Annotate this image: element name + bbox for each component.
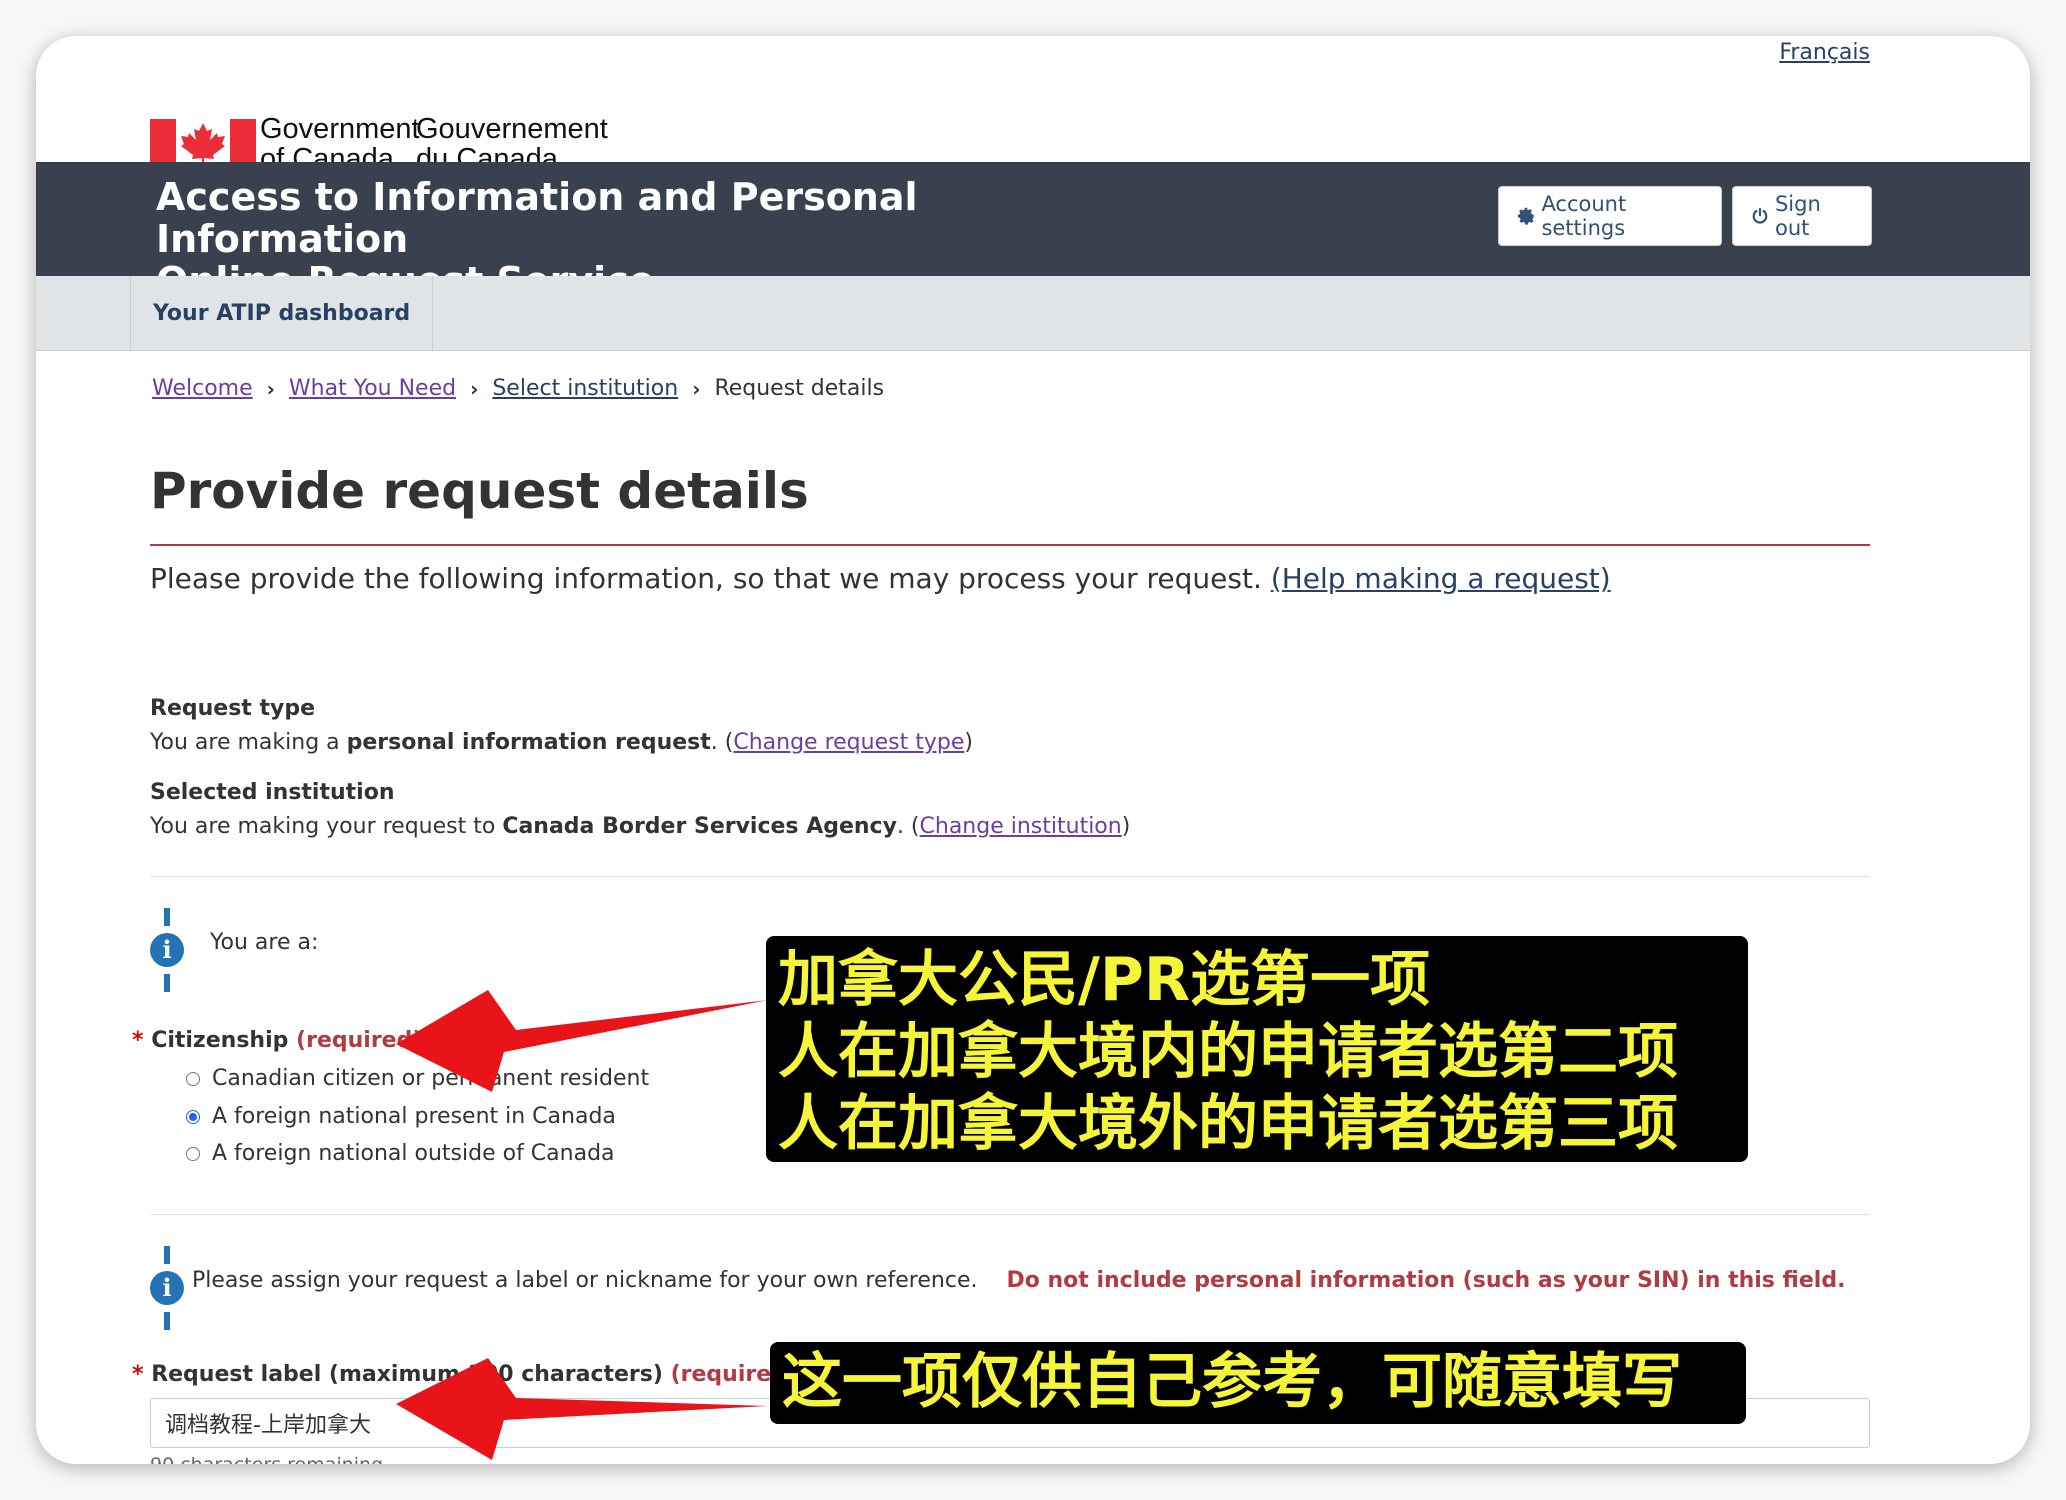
request-type-value: personal information request (346, 730, 711, 755)
radio-button[interactable] (186, 1146, 200, 1161)
section-divider (150, 1214, 1870, 1215)
request-type-text: You are making a personal information re… (150, 730, 973, 755)
sign-out-button[interactable]: Sign out (1732, 186, 1872, 246)
change-institution-link[interactable]: Change institution (920, 814, 1122, 839)
label-info-text: Please assign your request a label or ni… (192, 1268, 1846, 1293)
info-icon: i (150, 1246, 184, 1330)
red-arrow-icon (396, 990, 768, 1092)
institution-heading: Selected institution (150, 780, 395, 805)
intro-sentence: Please provide the following information… (150, 562, 1262, 595)
label-annotation: 这一项仅供自己参考，可随意填写 (770, 1342, 1746, 1424)
institution-text: You are making your request to Canada Bo… (150, 814, 1131, 839)
main-navigation: Your ATIP dashboard (36, 276, 2030, 351)
personal-info-warning: Do not include personal information (suc… (1006, 1268, 1846, 1293)
red-arrow-icon (396, 1358, 768, 1460)
application-bar: Access to Information and Personal Infor… (36, 162, 2030, 302)
citizenship-label: * Citizenship (required) (132, 1028, 423, 1053)
request-type-heading: Request type (150, 696, 315, 721)
citizenship-option-foreign-outside[interactable]: A foreign national outside of Canada (186, 1141, 615, 1166)
chevron-right-icon: › (692, 376, 701, 401)
request-label-value: 调档教程-上岸加拿大 (165, 1413, 371, 1438)
page-title: Provide request details (150, 462, 809, 520)
breadcrumb: Welcome › What You Need › Select institu… (152, 376, 884, 401)
citizenship-info-text: You are a: (210, 930, 319, 955)
citizenship-annotation: 加拿大公民/PR选第一项 人在加拿大境内的申请者选第二项 人在加拿大境外的申请者… (766, 936, 1748, 1162)
intro-text: Please provide the following information… (150, 562, 1611, 595)
account-settings-button[interactable]: Account settings (1498, 186, 1722, 246)
sign-out-label: Sign out (1774, 192, 1821, 240)
gear-icon (1517, 207, 1534, 225)
change-request-type-link[interactable]: Change request type (733, 730, 964, 755)
breadcrumb-current: Request details (714, 376, 885, 401)
breadcrumb-select-institution[interactable]: Select institution (492, 376, 678, 401)
account-settings-label: Account settings (1541, 192, 1627, 240)
breadcrumb-what-you-need[interactable]: What You Need (289, 376, 456, 401)
section-divider (150, 876, 1870, 877)
info-icon: i (150, 908, 184, 992)
page-card: Français Government of Canada Gouverneme… (36, 36, 2030, 1464)
chevron-right-icon: › (470, 376, 479, 401)
institution-value: Canada Border Services Agency (502, 814, 897, 839)
chevron-right-icon: › (266, 376, 275, 401)
radio-button-selected[interactable] (186, 1109, 200, 1124)
citizenship-option-foreign-in-canada[interactable]: A foreign national present in Canada (186, 1104, 616, 1129)
power-icon (1752, 207, 1768, 224)
nav-item-dashboard[interactable]: Your ATIP dashboard (130, 276, 434, 350)
language-toggle-link[interactable]: Français (1779, 40, 1870, 65)
breadcrumb-welcome[interactable]: Welcome (152, 376, 253, 401)
characters-remaining: 90 characters remaining (150, 1454, 383, 1464)
radio-button[interactable] (186, 1071, 200, 1086)
help-making-request-link[interactable]: (Help making a request) (1271, 562, 1611, 595)
title-underline (150, 544, 1870, 546)
